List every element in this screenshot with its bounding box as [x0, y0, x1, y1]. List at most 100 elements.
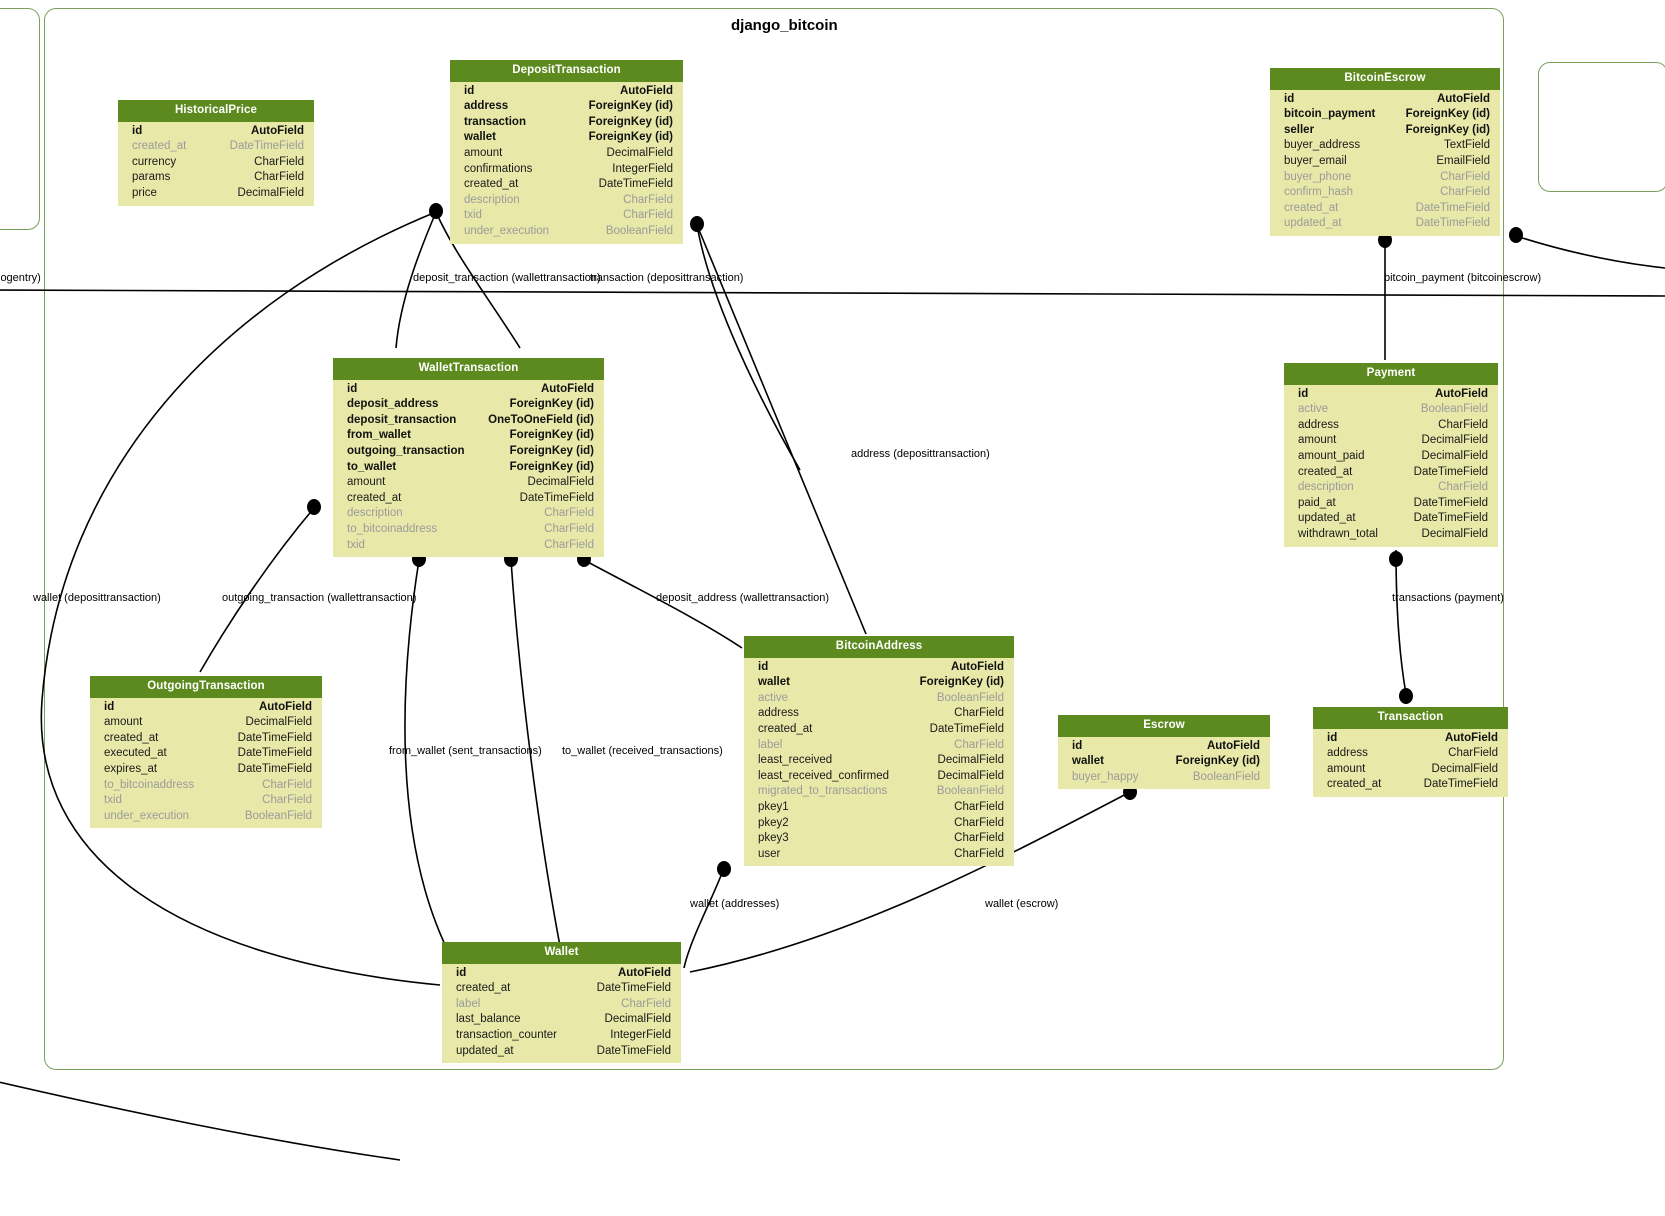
field-type: DateTimeField	[929, 723, 1004, 736]
field-name: buyer_happy	[1072, 770, 1139, 783]
field-row: created_at DateTimeField	[442, 981, 681, 997]
field-type: CharField	[262, 778, 312, 791]
field-row: created_at DateTimeField	[90, 731, 322, 747]
entity-title-deposittransaction: DepositTransaction	[450, 60, 683, 82]
field-name: id	[758, 660, 769, 673]
field-row: wallet ForeignKey (id)	[450, 130, 683, 146]
field-name: id	[1298, 387, 1309, 400]
field-row: amount DecimalField	[1313, 762, 1508, 778]
field-name: transaction_counter	[456, 1029, 558, 1042]
entity-wallettransaction[interactable]: WalletTransaction id AutoField deposit_ad…	[333, 358, 604, 558]
field-row: txid CharField	[333, 538, 604, 554]
field-row: deposit_transaction OneToOneField (id)	[333, 413, 604, 429]
field-name: description	[1298, 481, 1354, 494]
field-row: bitcoin_payment ForeignKey (id)	[1270, 107, 1500, 123]
field-row: pkey2 CharField	[744, 816, 1014, 832]
field-name: id	[104, 700, 115, 713]
field-row: created_at DateTimeField	[1313, 777, 1508, 793]
diagram-title: django_bitcoin	[731, 17, 838, 34]
field-type: ForeignKey (id)	[509, 445, 594, 458]
field-row: label CharField	[442, 997, 681, 1013]
field-row: description CharField	[333, 506, 604, 522]
edge-label-logentry: logentry)	[0, 272, 41, 284]
field-type: AutoField	[617, 966, 671, 979]
field-row: pkey1 CharField	[744, 800, 1014, 816]
field-type: BooleanField	[936, 691, 1004, 704]
field-type: CharField	[254, 171, 304, 184]
field-name: seller	[1284, 123, 1315, 136]
field-row: to_bitcoinaddress CharField	[333, 522, 604, 538]
field-row: address ForeignKey (id)	[450, 99, 683, 115]
entity-escrow[interactable]: Escrow id AutoField wallet ForeignKey (id)…	[1058, 715, 1270, 790]
field-name: amount_paid	[1298, 450, 1365, 463]
field-name: to_bitcoinaddress	[347, 522, 438, 535]
entity-payment[interactable]: Payment id AutoField active BooleanField a…	[1284, 363, 1498, 547]
entity-title-bitcoinescrow: BitcoinEscrow	[1270, 68, 1500, 90]
field-row: executed_at DateTimeField	[90, 746, 322, 762]
field-name: address	[1298, 418, 1339, 431]
field-type: CharField	[623, 209, 673, 222]
field-row: last_balance DecimalField	[442, 1012, 681, 1028]
field-type: CharField	[954, 816, 1004, 829]
entity-bitcoinescrow[interactable]: BitcoinEscrow id AutoField bitcoin_paymen…	[1270, 68, 1500, 236]
field-name: created_at	[104, 731, 159, 744]
field-row: buyer_email EmailField	[1270, 154, 1500, 170]
field-name: id	[1072, 739, 1083, 752]
entity-title-transaction: Transaction	[1313, 707, 1508, 729]
field-name: active	[1298, 403, 1329, 416]
field-name: active	[758, 691, 789, 704]
field-type: ForeignKey (id)	[1405, 108, 1490, 121]
field-type: OneToOneField (id)	[488, 413, 594, 426]
field-name: withdrawn_total	[1298, 527, 1378, 540]
field-type: DateTimeField	[598, 178, 673, 191]
field-name: txid	[464, 209, 482, 222]
field-row: created_at DateTimeField	[118, 139, 314, 155]
field-type: AutoField	[1436, 92, 1490, 105]
field-row: created_at DateTimeField	[744, 722, 1014, 738]
field-row: created_at DateTimeField	[333, 491, 604, 507]
entity-deposittransaction[interactable]: DepositTransaction id AutoField address Fo…	[450, 60, 683, 244]
entity-title-historicalprice: HistoricalPrice	[118, 100, 314, 122]
field-row: buyer_happy BooleanField	[1058, 770, 1270, 786]
field-name: user	[758, 847, 781, 860]
field-type: TextField	[1443, 139, 1490, 152]
entity-bitcoinaddress[interactable]: BitcoinAddress id AutoField wallet Foreign…	[744, 636, 1014, 867]
field-name: buyer_phone	[1284, 170, 1352, 183]
field-type: DecimalField	[604, 1013, 671, 1026]
field-type: CharField	[262, 794, 312, 807]
entity-wallet[interactable]: Wallet id AutoField created_at DateTimeFie…	[442, 942, 681, 1064]
field-row: description CharField	[450, 193, 683, 209]
entity-outgoingtransaction[interactable]: OutgoingTransaction id AutoField amount De…	[90, 676, 322, 829]
field-row: withdrawn_total DecimalField	[1284, 527, 1498, 543]
field-name: least_received	[758, 754, 833, 767]
field-row: params CharField	[118, 170, 314, 186]
field-name: to_bitcoinaddress	[104, 778, 195, 791]
field-type: ForeignKey (id)	[588, 131, 673, 144]
field-name: created_at	[464, 178, 519, 191]
field-type: DateTimeField	[237, 747, 312, 760]
entity-historicalprice[interactable]: HistoricalPrice id AutoField created_at Da…	[118, 100, 314, 206]
field-name: txid	[347, 538, 365, 551]
field-type: DateTimeField	[229, 140, 304, 153]
field-name: params	[132, 171, 171, 184]
field-type: DecimalField	[937, 769, 1004, 782]
entity-fields-bitcoinaddress: id AutoField wallet ForeignKey (id) active…	[744, 658, 1014, 867]
field-row: currency CharField	[118, 155, 314, 171]
field-type: AutoField	[1434, 387, 1488, 400]
field-type: ForeignKey (id)	[919, 676, 1004, 689]
field-type: AutoField	[950, 660, 1004, 673]
field-name: currency	[132, 155, 177, 168]
field-name: under_execution	[104, 809, 190, 822]
field-row: transaction_counter IntegerField	[442, 1028, 681, 1044]
field-row: id AutoField	[333, 382, 604, 398]
field-name: transaction	[464, 115, 526, 128]
entity-transaction[interactable]: Transaction id AutoField address CharField…	[1313, 707, 1508, 798]
field-type: CharField	[954, 800, 1004, 813]
field-type: CharField	[1440, 186, 1490, 199]
field-row: id AutoField	[1313, 731, 1508, 747]
edge-label-deposit-transaction-wallettransaction: deposit_transaction (wallettransaction)	[413, 272, 601, 284]
field-row: buyer_address TextField	[1270, 138, 1500, 154]
field-type: CharField	[1440, 170, 1490, 183]
field-type: IntegerField	[610, 1029, 671, 1042]
field-type: DateTimeField	[1415, 201, 1490, 214]
